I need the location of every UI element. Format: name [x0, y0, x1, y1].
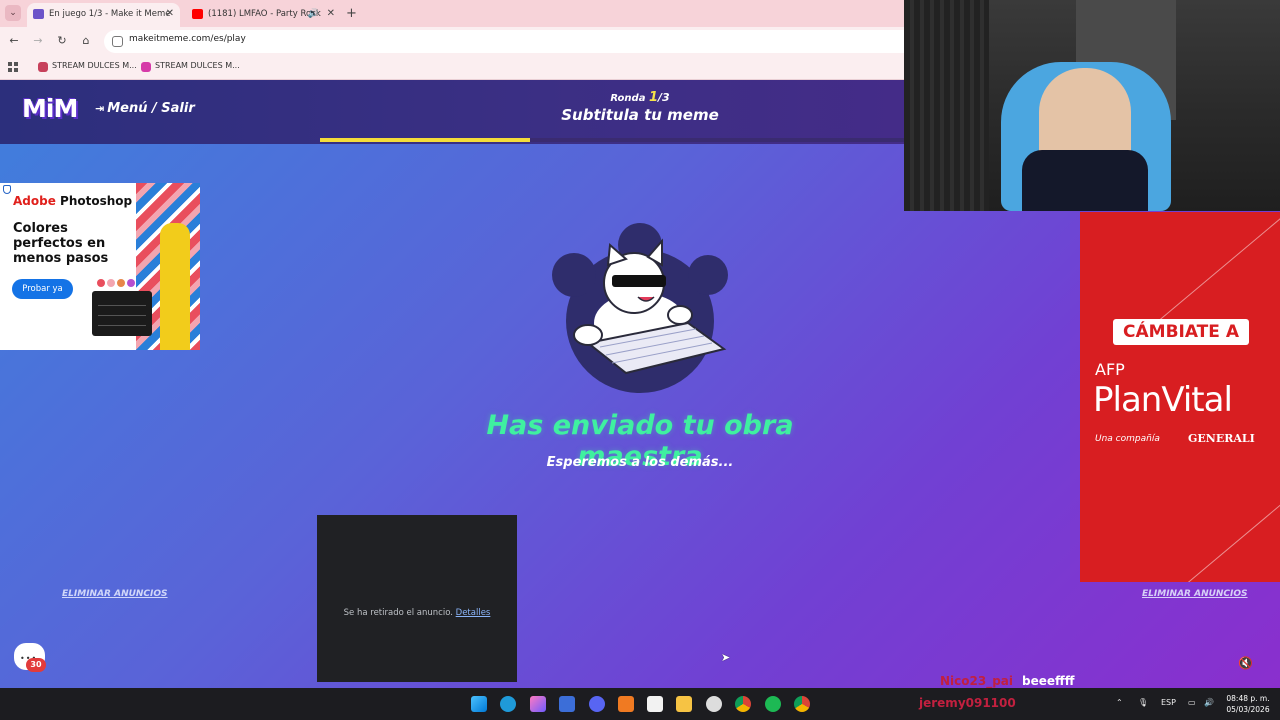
ad-brand: Adobe Photoshop [13, 194, 133, 208]
mouse-cursor-icon: ➤ [721, 651, 731, 664]
removed-ad-slot: Se ha retirado el anuncio. Detalles [317, 515, 517, 682]
microphone-icon[interactable]: 🎙 [1138, 698, 1148, 707]
chrome-icon[interactable] [735, 696, 751, 712]
cat-mascot-image [552, 223, 728, 393]
network-icon[interactable]: ▭ [1188, 698, 1196, 707]
discord-icon[interactable] [589, 696, 605, 712]
remove-ads-link[interactable]: ELIMINAR ANUNCIOS [1142, 589, 1248, 599]
spotify-icon[interactable] [765, 696, 781, 712]
edge-icon[interactable] [500, 696, 516, 712]
ad-decor-line [1147, 212, 1280, 331]
remove-ads-link[interactable]: ELIMINAR ANUNCIOS [62, 589, 168, 599]
apps-grid-icon[interactable] [8, 62, 18, 72]
site-info-icon[interactable] [112, 36, 123, 47]
windows-start-icon[interactable] [471, 696, 487, 712]
ad-brand: PlanVital [1093, 380, 1233, 420]
copilot-icon[interactable] [530, 696, 546, 712]
round-progress-fill [320, 138, 531, 142]
stream-chat-user: jeremy091100 [919, 696, 1016, 710]
game-header: MiM ⇥ Menú / Salir Ronda 1/3 Subtitula tu… [0, 80, 904, 144]
mim-logo[interactable]: MiM [22, 94, 78, 123]
volume-icon[interactable]: 🔊 [1204, 698, 1214, 707]
waiting-subtitle: Esperemos a los demás... [546, 455, 734, 470]
ad-details-link[interactable]: Detalles [456, 608, 491, 618]
webcam-background [904, 0, 989, 211]
ad-swatch [127, 279, 135, 287]
ad-person-image [160, 223, 190, 350]
ad-choices-icon[interactable] [3, 185, 11, 194]
makeitmeme-favicon-icon [33, 9, 44, 19]
brave-icon[interactable] [618, 696, 634, 712]
ad-swatch [117, 279, 125, 287]
tab-youtube[interactable]: (1181) LMFAO - Party Rock 🔊 ✕ [186, 3, 341, 27]
forward-icon[interactable]: → [31, 34, 45, 47]
removed-ad-message: Se ha retirado el anuncio. Detalles [343, 608, 491, 618]
back-icon[interactable]: ← [7, 34, 21, 47]
file-icon[interactable] [647, 696, 663, 712]
round-total: /3 [657, 91, 670, 104]
browser-tab-bar: ⌄ En juego 1/3 - Make it Meme ✕ (1181) L… [0, 0, 904, 27]
tab-search-button[interactable]: ⌄ [5, 5, 21, 21]
bookmark-label: STREAM DULCES M... [155, 61, 240, 70]
ad-afp-label: AFP [1095, 360, 1125, 379]
round-label: Ronda [610, 93, 646, 104]
folder-icon[interactable] [676, 696, 692, 712]
url-text: makeitmeme.com/es/play [129, 34, 246, 44]
language-indicator[interactable]: ESP [1161, 698, 1176, 707]
windows-taskbar: ⌃ 🎙 ESP ▭ 🔊 08:48 p. m. 05/03/2026 [0, 688, 1280, 720]
ad-swatch [97, 279, 105, 287]
bookmarks-bar: STREAM DULCES M... STREAM DULCES M... [0, 56, 904, 80]
ad-tagline: Una compañía [1095, 434, 1160, 444]
bookmark-favicon-icon [38, 62, 48, 72]
tab-title: (1181) LMFAO - Party Rock [208, 9, 321, 19]
close-icon[interactable]: ✕ [327, 3, 335, 25]
address-bar: ← → ↻ ⌂ makeitmeme.com/es/play [0, 27, 904, 56]
round-current: 1 [648, 90, 658, 105]
menu-exit-label: Menú / Salir [107, 101, 195, 116]
ad-headline: Colores perfectos en menos pasos [13, 221, 109, 266]
obs-icon[interactable] [706, 696, 722, 712]
stream-chat-user: Nico23_pai [940, 674, 1014, 688]
planvital-ad[interactable]: CÁMBIATE A AFP PlanVital Una compañía GE… [1080, 212, 1280, 582]
stream-chat-message: beeeffff [1022, 674, 1075, 688]
photoshop-ad[interactable]: Adobe Photoshop Colores perfectos en men… [0, 183, 200, 350]
bookmark-item[interactable]: STREAM DULCES M... [141, 61, 240, 72]
round-indicator: Ronda 1/3 [560, 90, 720, 105]
webcam-overlay [904, 0, 1280, 211]
tab-title: En juego 1/3 - Make it Meme [49, 9, 171, 19]
taskbar-clock[interactable]: 08:48 p. m. 05/03/2026 [1222, 693, 1274, 715]
ad-cta: CÁMBIATE A [1113, 319, 1249, 345]
chrome-icon[interactable] [794, 696, 810, 712]
speaker-icon[interactable]: 🔊 [308, 3, 319, 25]
clock-time: 08:48 p. m. [1226, 694, 1270, 703]
ad-try-button[interactable]: Probar ya [12, 279, 73, 299]
clock-date: 05/03/2026 [1226, 705, 1270, 714]
ad-swatch [107, 279, 115, 287]
reload-icon[interactable]: ↻ [55, 34, 69, 47]
ad-panel-image [92, 291, 152, 336]
url-field[interactable]: makeitmeme.com/es/play [104, 30, 904, 53]
app-icon[interactable] [559, 696, 575, 712]
ad-parent-brand: GENERALI [1188, 432, 1255, 445]
new-tab-button[interactable]: + [346, 6, 357, 21]
phase-title: Subtitula tu meme [561, 106, 719, 124]
mute-icon[interactable]: 🔇 [1238, 656, 1253, 670]
ad-decor-line [1107, 494, 1280, 582]
youtube-favicon-icon [192, 9, 203, 19]
menu-exit-button[interactable]: ⇥ Menú / Salir [95, 101, 195, 116]
home-icon[interactable]: ⌂ [79, 34, 93, 47]
chat-unread-badge: 30 [26, 658, 46, 672]
tab-make-it-meme[interactable]: En juego 1/3 - Make it Meme ✕ [27, 3, 180, 27]
webcam-shirt [1022, 150, 1148, 211]
bookmark-label: STREAM DULCES M... [52, 61, 137, 70]
exit-icon: ⇥ [95, 102, 105, 115]
close-icon[interactable]: ✕ [166, 3, 174, 25]
bookmark-item[interactable]: STREAM DULCES M... [38, 61, 137, 72]
tray-chevron-icon[interactable]: ⌃ [1116, 698, 1123, 707]
instagram-icon [141, 62, 151, 72]
round-progress-bar [320, 138, 904, 142]
chat-button[interactable]: ••• 30 [14, 643, 46, 672]
